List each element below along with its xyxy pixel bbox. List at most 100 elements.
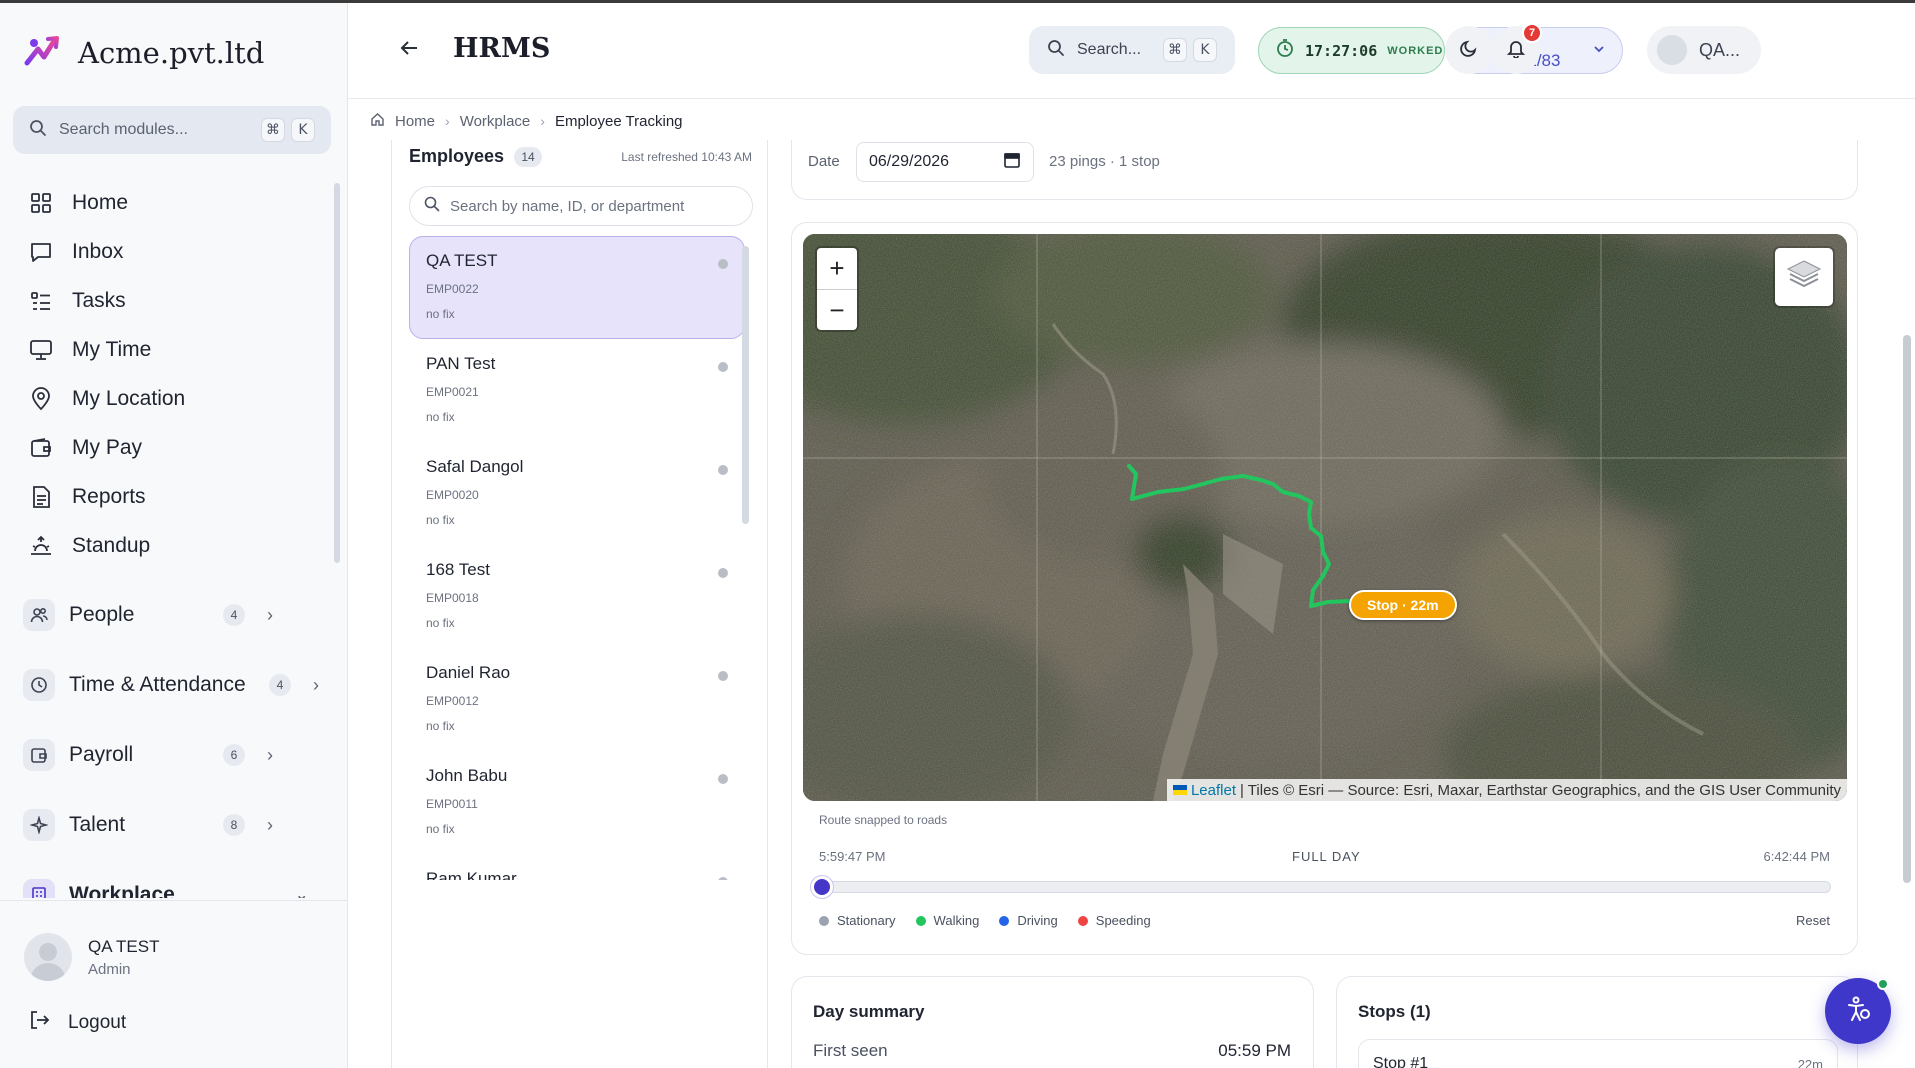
legend-item-stationary: Stationary bbox=[819, 913, 896, 928]
satellite-map[interactable]: + − Stop · 22m Leaflet | Tiles © Esri — … bbox=[803, 234, 1847, 801]
legend-label: Walking bbox=[933, 913, 980, 928]
timeline-mode: FULL DAY bbox=[1292, 849, 1361, 864]
employee-name: QA TEST bbox=[426, 251, 498, 270]
sidebar-item-home[interactable]: Home bbox=[0, 178, 330, 227]
employee-fix-status: no fix bbox=[426, 513, 455, 527]
reset-button[interactable]: Reset bbox=[1796, 913, 1830, 928]
date-value: 06/29/2026 bbox=[869, 153, 950, 170]
legend-dot bbox=[819, 915, 829, 926]
module-search-input[interactable]: Search modules... ⌘ K bbox=[13, 106, 331, 154]
user-short-name: QA... bbox=[1699, 39, 1741, 60]
notifications-button[interactable]: 7 bbox=[1492, 23, 1542, 74]
sidebar-item-my-time[interactable]: My Time bbox=[0, 325, 330, 374]
employee-fix-status: no fix bbox=[426, 616, 455, 630]
bell-icon bbox=[1506, 38, 1526, 63]
sidebar-item-my-pay[interactable]: My Pay bbox=[0, 423, 330, 472]
stop-duration: 22m bbox=[1797, 1057, 1823, 1068]
sidebar-item-my-location[interactable]: My Location bbox=[0, 374, 330, 423]
sunrise-icon bbox=[28, 533, 54, 559]
timeline-start-time: 5:59:47 PM bbox=[819, 849, 886, 864]
employee-fix-status: no fix bbox=[426, 822, 455, 836]
status-dot bbox=[718, 774, 728, 784]
stop-row[interactable]: Stop #1 22m bbox=[1358, 1039, 1838, 1068]
chevron-right-icon: › bbox=[313, 674, 319, 695]
location-pin-icon bbox=[28, 386, 54, 412]
legend-label: Stationary bbox=[837, 913, 896, 928]
group-count-badge: 4 bbox=[269, 674, 291, 696]
sidebar-item-label: My Pay bbox=[72, 435, 143, 459]
k-key: K bbox=[1193, 38, 1217, 62]
sidebar-item-inbox[interactable]: Inbox bbox=[0, 227, 330, 276]
sidebar-group-payroll[interactable]: Payroll 6 › bbox=[0, 720, 330, 790]
sidebar-item-label: Tasks bbox=[72, 288, 126, 312]
sidebar-group-workplace[interactable]: Workplace ⌄ bbox=[0, 860, 330, 898]
worked-label: WORKED bbox=[1387, 44, 1444, 57]
sidebar-item-reports[interactable]: Reports bbox=[0, 472, 330, 521]
sidebar-user[interactable]: QA TEST Admin bbox=[24, 933, 160, 981]
global-search-button[interactable]: Search... ⌘ K bbox=[1029, 26, 1235, 74]
employee-card[interactable]: PAN Test EMP0021 no fix bbox=[409, 339, 745, 442]
command-key: ⌘ bbox=[1163, 38, 1187, 62]
zoom-in-button[interactable]: + bbox=[817, 248, 857, 289]
map-layers-button[interactable] bbox=[1775, 248, 1833, 306]
sidebar-group-time-attendance[interactable]: Time & Attendance 4 › bbox=[0, 650, 330, 720]
calendar-icon[interactable] bbox=[1003, 151, 1021, 174]
accessibility-icon bbox=[1843, 994, 1873, 1029]
sidebar-group-people[interactable]: People 4 › bbox=[0, 580, 330, 650]
zoom-out-button[interactable]: − bbox=[817, 289, 857, 330]
employee-card[interactable]: QA TEST EMP0022 no fix bbox=[409, 236, 745, 339]
satellite-imagery bbox=[803, 234, 1847, 801]
command-key: ⌘ bbox=[261, 118, 285, 142]
day-summary-title: Day summary bbox=[813, 1002, 925, 1021]
status-dot bbox=[718, 259, 728, 269]
last-refreshed: Last refreshed 10:43 AM bbox=[621, 150, 752, 164]
sidebar-item-tasks[interactable]: Tasks bbox=[0, 276, 330, 325]
accessibility-button[interactable] bbox=[1825, 978, 1891, 1044]
sidebar: Acme.pvt.ltd Search modules... ⌘ K Home … bbox=[0, 3, 348, 1068]
sidebar-group-talent[interactable]: Talent 8 › bbox=[0, 790, 330, 860]
employee-card[interactable]: Safal Dangol EMP0020 no fix bbox=[409, 442, 745, 545]
breadcrumb-workplace[interactable]: Workplace bbox=[460, 113, 531, 130]
user-menu-button[interactable]: QA... bbox=[1647, 26, 1761, 74]
sidebar-item-label: My Time bbox=[72, 337, 152, 361]
sidebar-scrollbar[interactable] bbox=[334, 183, 340, 563]
chevron-right-icon: › bbox=[267, 814, 273, 835]
stop-name: Stop #1 bbox=[1373, 1055, 1429, 1068]
leaflet-link[interactable]: Leaflet bbox=[1191, 782, 1236, 799]
employee-card[interactable]: 168 Test EMP0018 no fix bbox=[409, 545, 745, 648]
employee-card[interactable]: John Babu EMP0011 no fix bbox=[409, 751, 745, 854]
timeline-slider-track[interactable] bbox=[821, 881, 1831, 893]
brand-logo-icon bbox=[24, 33, 64, 74]
stop-marker-label[interactable]: Stop · 22m bbox=[1349, 590, 1457, 620]
back-arrow-icon[interactable] bbox=[398, 37, 420, 66]
employee-search-input[interactable]: Search by name, ID, or department bbox=[409, 186, 753, 226]
legend-dot bbox=[999, 915, 1010, 926]
brand[interactable]: Acme.pvt.ltd bbox=[24, 31, 264, 75]
logout-button[interactable]: Logout bbox=[28, 1009, 126, 1037]
avatar bbox=[24, 933, 72, 981]
stops-title: Stops (1) bbox=[1358, 1002, 1431, 1021]
employee-card[interactable]: Daniel Rao EMP0012 no fix bbox=[409, 648, 745, 751]
employee-list-scrollbar[interactable] bbox=[742, 246, 749, 524]
employees-count-badge: 14 bbox=[514, 146, 543, 167]
chevron-right-icon: › bbox=[540, 113, 545, 129]
global-search-placeholder: Search... bbox=[1077, 41, 1142, 58]
date-input[interactable]: 06/29/2026 bbox=[856, 142, 1034, 182]
inbox-icon bbox=[28, 239, 54, 265]
theme-toggle-button[interactable] bbox=[1445, 26, 1493, 74]
home-icon bbox=[370, 112, 385, 131]
worked-timer[interactable]: 17:27:06 WORKED bbox=[1258, 27, 1445, 74]
date-filter-card: Date 06/29/2026 23 pings · 1 stop bbox=[791, 140, 1858, 200]
page-scrollbar[interactable] bbox=[1903, 335, 1911, 883]
legend-dot bbox=[1077, 915, 1088, 926]
employee-id: EMP0022 bbox=[426, 282, 479, 296]
group-count-badge: 4 bbox=[223, 604, 245, 626]
timeline-slider-handle[interactable] bbox=[811, 876, 833, 898]
breadcrumb-home[interactable]: Home bbox=[395, 113, 435, 130]
logout-icon bbox=[28, 1009, 50, 1037]
employee-card[interactable]: Ram Kumar bbox=[409, 854, 745, 880]
legend-item-speeding: Speeding bbox=[1077, 913, 1151, 928]
sidebar-item-standup[interactable]: Standup bbox=[0, 521, 330, 570]
status-dot bbox=[718, 568, 728, 578]
employee-id: EMP0011 bbox=[426, 797, 478, 811]
